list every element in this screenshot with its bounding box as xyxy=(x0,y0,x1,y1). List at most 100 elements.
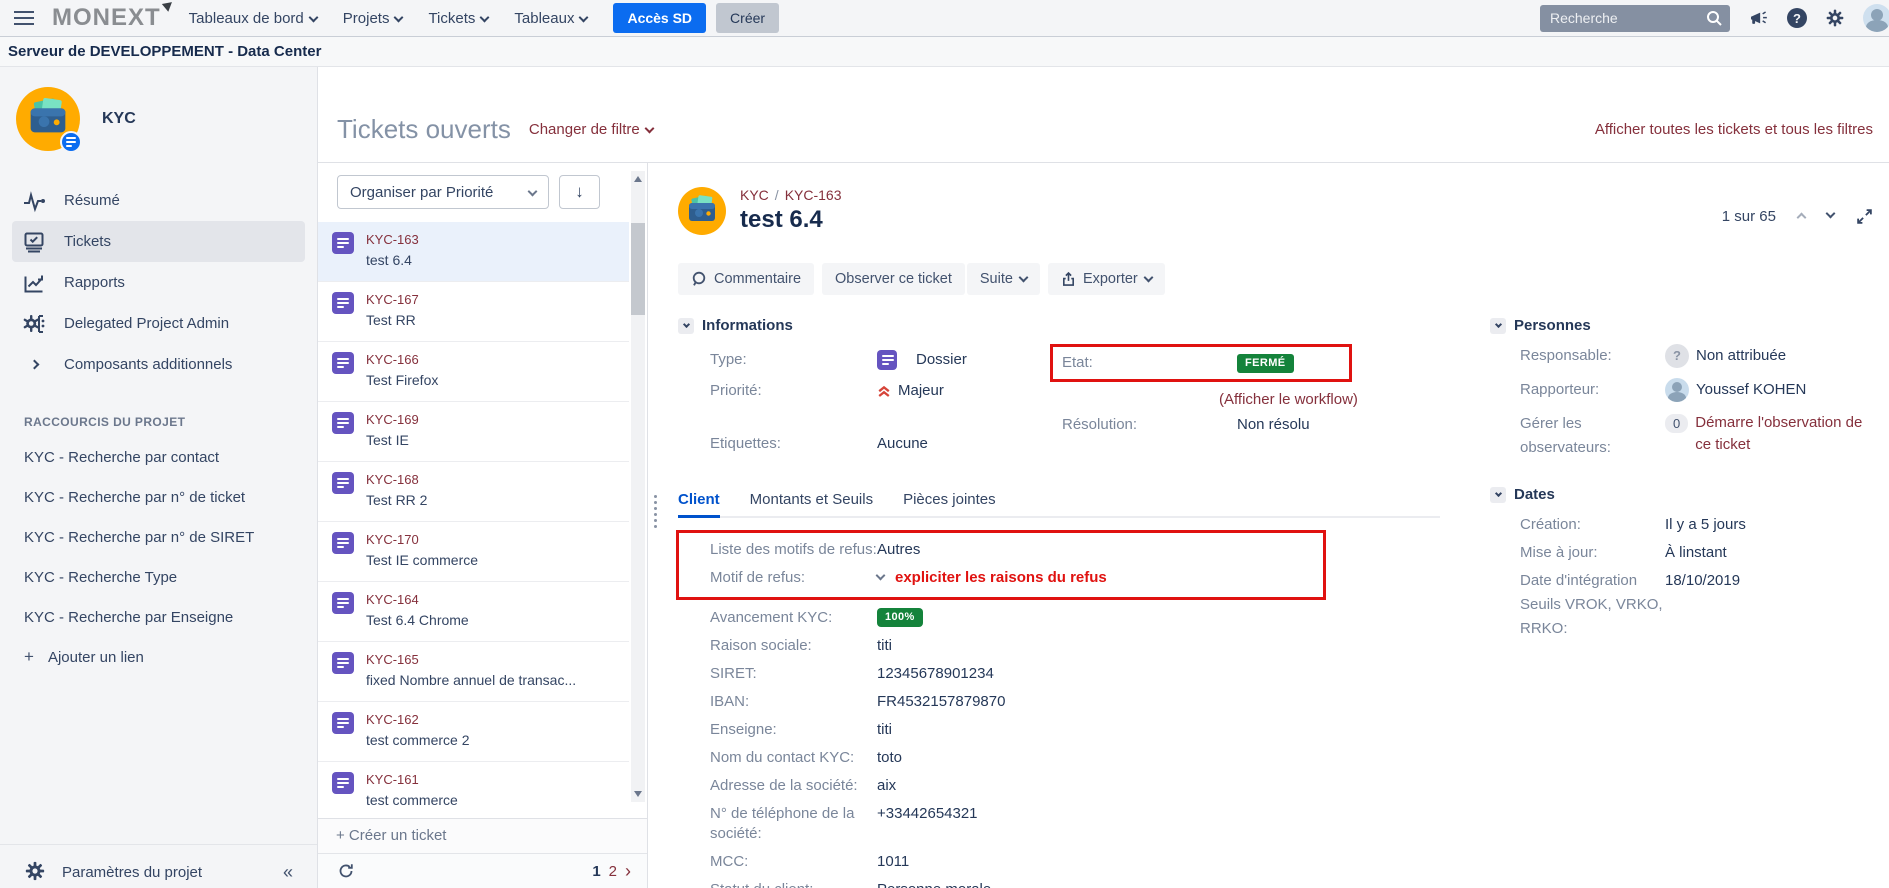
export-button[interactable]: Exporter xyxy=(1048,263,1165,295)
sidebar-item-tickets[interactable]: Tickets xyxy=(12,221,305,262)
show-workflow-link[interactable]: (Afficher le workflow) xyxy=(1219,388,1358,412)
project-shortcut-link[interactable]: KYC - Recherche par n° de SIRET xyxy=(0,517,317,557)
ticket-list-item[interactable]: KYC-163 test 6.4 xyxy=(318,222,629,282)
project-shortcut-link[interactable]: KYC - Recherche par n° de ticket xyxy=(0,477,317,517)
chevron-right-icon xyxy=(22,353,46,377)
field-created: Création: Il y a 5 jours xyxy=(1520,513,1873,537)
gear-icon[interactable] xyxy=(1825,8,1845,28)
watchers-count-badge[interactable]: 0 xyxy=(1665,414,1688,433)
watch-ticket-button[interactable]: Observer ce ticket xyxy=(822,263,965,295)
breadcrumb-ticket-link[interactable]: KYC-163 xyxy=(785,187,842,203)
project-shortcut-link[interactable]: KYC - Recherche par Enseigne xyxy=(0,597,317,637)
ticket-list-item[interactable]: KYC-168 Test RR 2 xyxy=(318,462,629,522)
project-shortcut-link[interactable]: KYC - Recherche Type xyxy=(0,557,317,597)
tab-pieces-jointes[interactable]: Pièces jointes xyxy=(903,485,996,516)
top-nav-item[interactable]: Tableaux xyxy=(514,10,587,27)
sort-direction-button[interactable]: ↓ xyxy=(559,175,600,209)
ticket-list-item[interactable]: KYC-166 Test Firefox xyxy=(318,342,629,402)
issue-type-icon xyxy=(332,772,354,794)
hamburger-menu-icon[interactable] xyxy=(14,11,34,25)
ticket-key[interactable]: KYC-170 xyxy=(366,532,478,548)
field-nom-contact-kyc: Nom du contact KYC: toto xyxy=(710,748,1490,768)
project-settings-button[interactable]: Paramètres du projet « xyxy=(0,844,317,888)
refresh-icon[interactable] xyxy=(338,863,354,879)
collapse-section-icon[interactable] xyxy=(678,318,694,334)
change-filter-link[interactable]: Changer de filtre xyxy=(529,121,653,138)
create-ticket-button[interactable]: + Créer un ticket xyxy=(318,818,647,853)
ticket-detail-panel: KYC/KYC-163 test 6.4 1 sur 65 Commentair… xyxy=(648,163,1889,888)
detail-tabs: Client Montants et Seuils Pièces jointes xyxy=(678,485,1440,518)
chevron-down-icon[interactable] xyxy=(877,568,884,588)
sidebar-item-rapports[interactable]: Rapports xyxy=(12,262,305,303)
scroll-down-arrow[interactable] xyxy=(634,791,642,797)
top-nav-item[interactable]: Tickets xyxy=(428,10,488,27)
next-ticket-icon[interactable] xyxy=(1827,208,1834,224)
scroll-up-arrow[interactable] xyxy=(634,176,642,182)
top-nav-item[interactable]: Projets xyxy=(343,10,403,27)
ticket-list-item[interactable]: KYC-162 test commerce 2 xyxy=(318,702,629,762)
ticket-list-item[interactable]: KYC-164 Test 6.4 Chrome xyxy=(318,582,629,642)
issue-avatar xyxy=(678,187,726,235)
scrollbar-thumb[interactable] xyxy=(631,223,645,315)
ticket-key[interactable]: KYC-166 xyxy=(366,352,438,368)
comment-button[interactable]: Commentaire xyxy=(678,263,814,295)
status-badge: FERMÉ xyxy=(1237,354,1294,373)
more-actions-button[interactable]: Suite xyxy=(967,263,1040,295)
add-link-button[interactable]: + Ajouter un lien xyxy=(0,637,317,677)
ticket-summary: Test IE xyxy=(366,431,419,449)
ticket-list-panel: Organiser par Priorité ↓ KYC-163 test 6.… xyxy=(318,163,648,888)
top-nav-item[interactable]: Tableaux de bord xyxy=(189,10,317,27)
ticket-key[interactable]: KYC-164 xyxy=(366,592,469,608)
ticket-list-item[interactable]: KYC-170 Test IE commerce xyxy=(318,522,629,582)
user-avatar[interactable] xyxy=(1863,4,1889,32)
ticket-list-item[interactable]: KYC-167 Test RR xyxy=(318,282,629,342)
list-scrollbar[interactable] xyxy=(631,171,645,802)
page-current[interactable]: 1 xyxy=(592,863,600,880)
ticket-key[interactable]: KYC-162 xyxy=(366,712,469,728)
issue-type-icon xyxy=(332,712,354,734)
acces-sd-button[interactable]: Accès SD xyxy=(613,3,706,33)
sidebar-item-composants[interactable]: Composants additionnels xyxy=(12,344,305,385)
field-telephone-societe: N° de téléphone de la société: +33442654… xyxy=(710,804,1490,844)
megaphone-icon[interactable] xyxy=(1748,8,1769,28)
collapse-section-icon[interactable] xyxy=(1490,487,1506,503)
ticket-key[interactable]: KYC-167 xyxy=(366,292,419,308)
help-icon[interactable]: ? xyxy=(1787,8,1807,28)
create-button[interactable]: Créer xyxy=(716,3,779,33)
ticket-list-item[interactable]: KYC-161 test commerce xyxy=(318,762,629,818)
informations-section-header: Informations xyxy=(678,317,1490,334)
sidebar-item-delegated-admin[interactable]: Delegated Project Admin xyxy=(12,303,305,344)
monext-logo[interactable]: MONEXT xyxy=(52,4,161,32)
gear-list-icon xyxy=(22,312,46,336)
expand-icon[interactable] xyxy=(1856,208,1873,225)
ticket-key[interactable]: KYC-168 xyxy=(366,472,427,488)
breadcrumb-project-link[interactable]: KYC xyxy=(740,187,769,203)
ticket-key[interactable]: KYC-169 xyxy=(366,412,419,428)
sidebar-item-resume[interactable]: Résumé xyxy=(12,180,305,221)
ticket-list-item[interactable]: KYC-169 Test IE xyxy=(318,402,629,462)
issue-type-icon xyxy=(332,352,354,374)
sort-select[interactable]: Organiser par Priorité xyxy=(337,175,549,209)
previous-ticket-icon[interactable] xyxy=(1798,208,1805,224)
next-page-icon[interactable]: › xyxy=(625,864,631,878)
ticket-key[interactable]: KYC-165 xyxy=(366,652,576,668)
field-enseigne: Enseigne: titi xyxy=(710,720,1490,740)
page-next[interactable]: 2 xyxy=(609,863,617,880)
collapse-section-icon[interactable] xyxy=(1490,318,1506,334)
chevron-down-icon xyxy=(394,12,404,22)
show-all-filters-link[interactable]: Afficher toutes les tickets et tous les … xyxy=(1595,121,1873,138)
tab-montants-et-seuils[interactable]: Montants et Seuils xyxy=(750,485,873,516)
ticket-key[interactable]: KYC-161 xyxy=(366,772,458,788)
project-avatar[interactable] xyxy=(16,87,80,151)
field-motif-refus: Motif de refus: expliciter les raisons d… xyxy=(710,568,1323,588)
search-input[interactable]: Recherche xyxy=(1540,5,1730,32)
issue-type-icon xyxy=(332,412,354,434)
start-watching-link[interactable]: Démarre l'observation de ce ticket xyxy=(1695,412,1873,456)
ticket-key[interactable]: KYC-163 xyxy=(366,232,419,248)
ticket-list-item[interactable]: KYC-165 fixed Nombre annuel de transac..… xyxy=(318,642,629,702)
project-shortcut-link[interactable]: KYC - Recherche par contact xyxy=(0,437,317,477)
collapse-sidebar-icon[interactable]: « xyxy=(283,862,293,883)
field-statut-client: Statut du client: Personne morale xyxy=(710,880,1490,888)
tab-client[interactable]: Client xyxy=(678,485,720,516)
ticket-summary: Test IE commerce xyxy=(366,551,478,569)
